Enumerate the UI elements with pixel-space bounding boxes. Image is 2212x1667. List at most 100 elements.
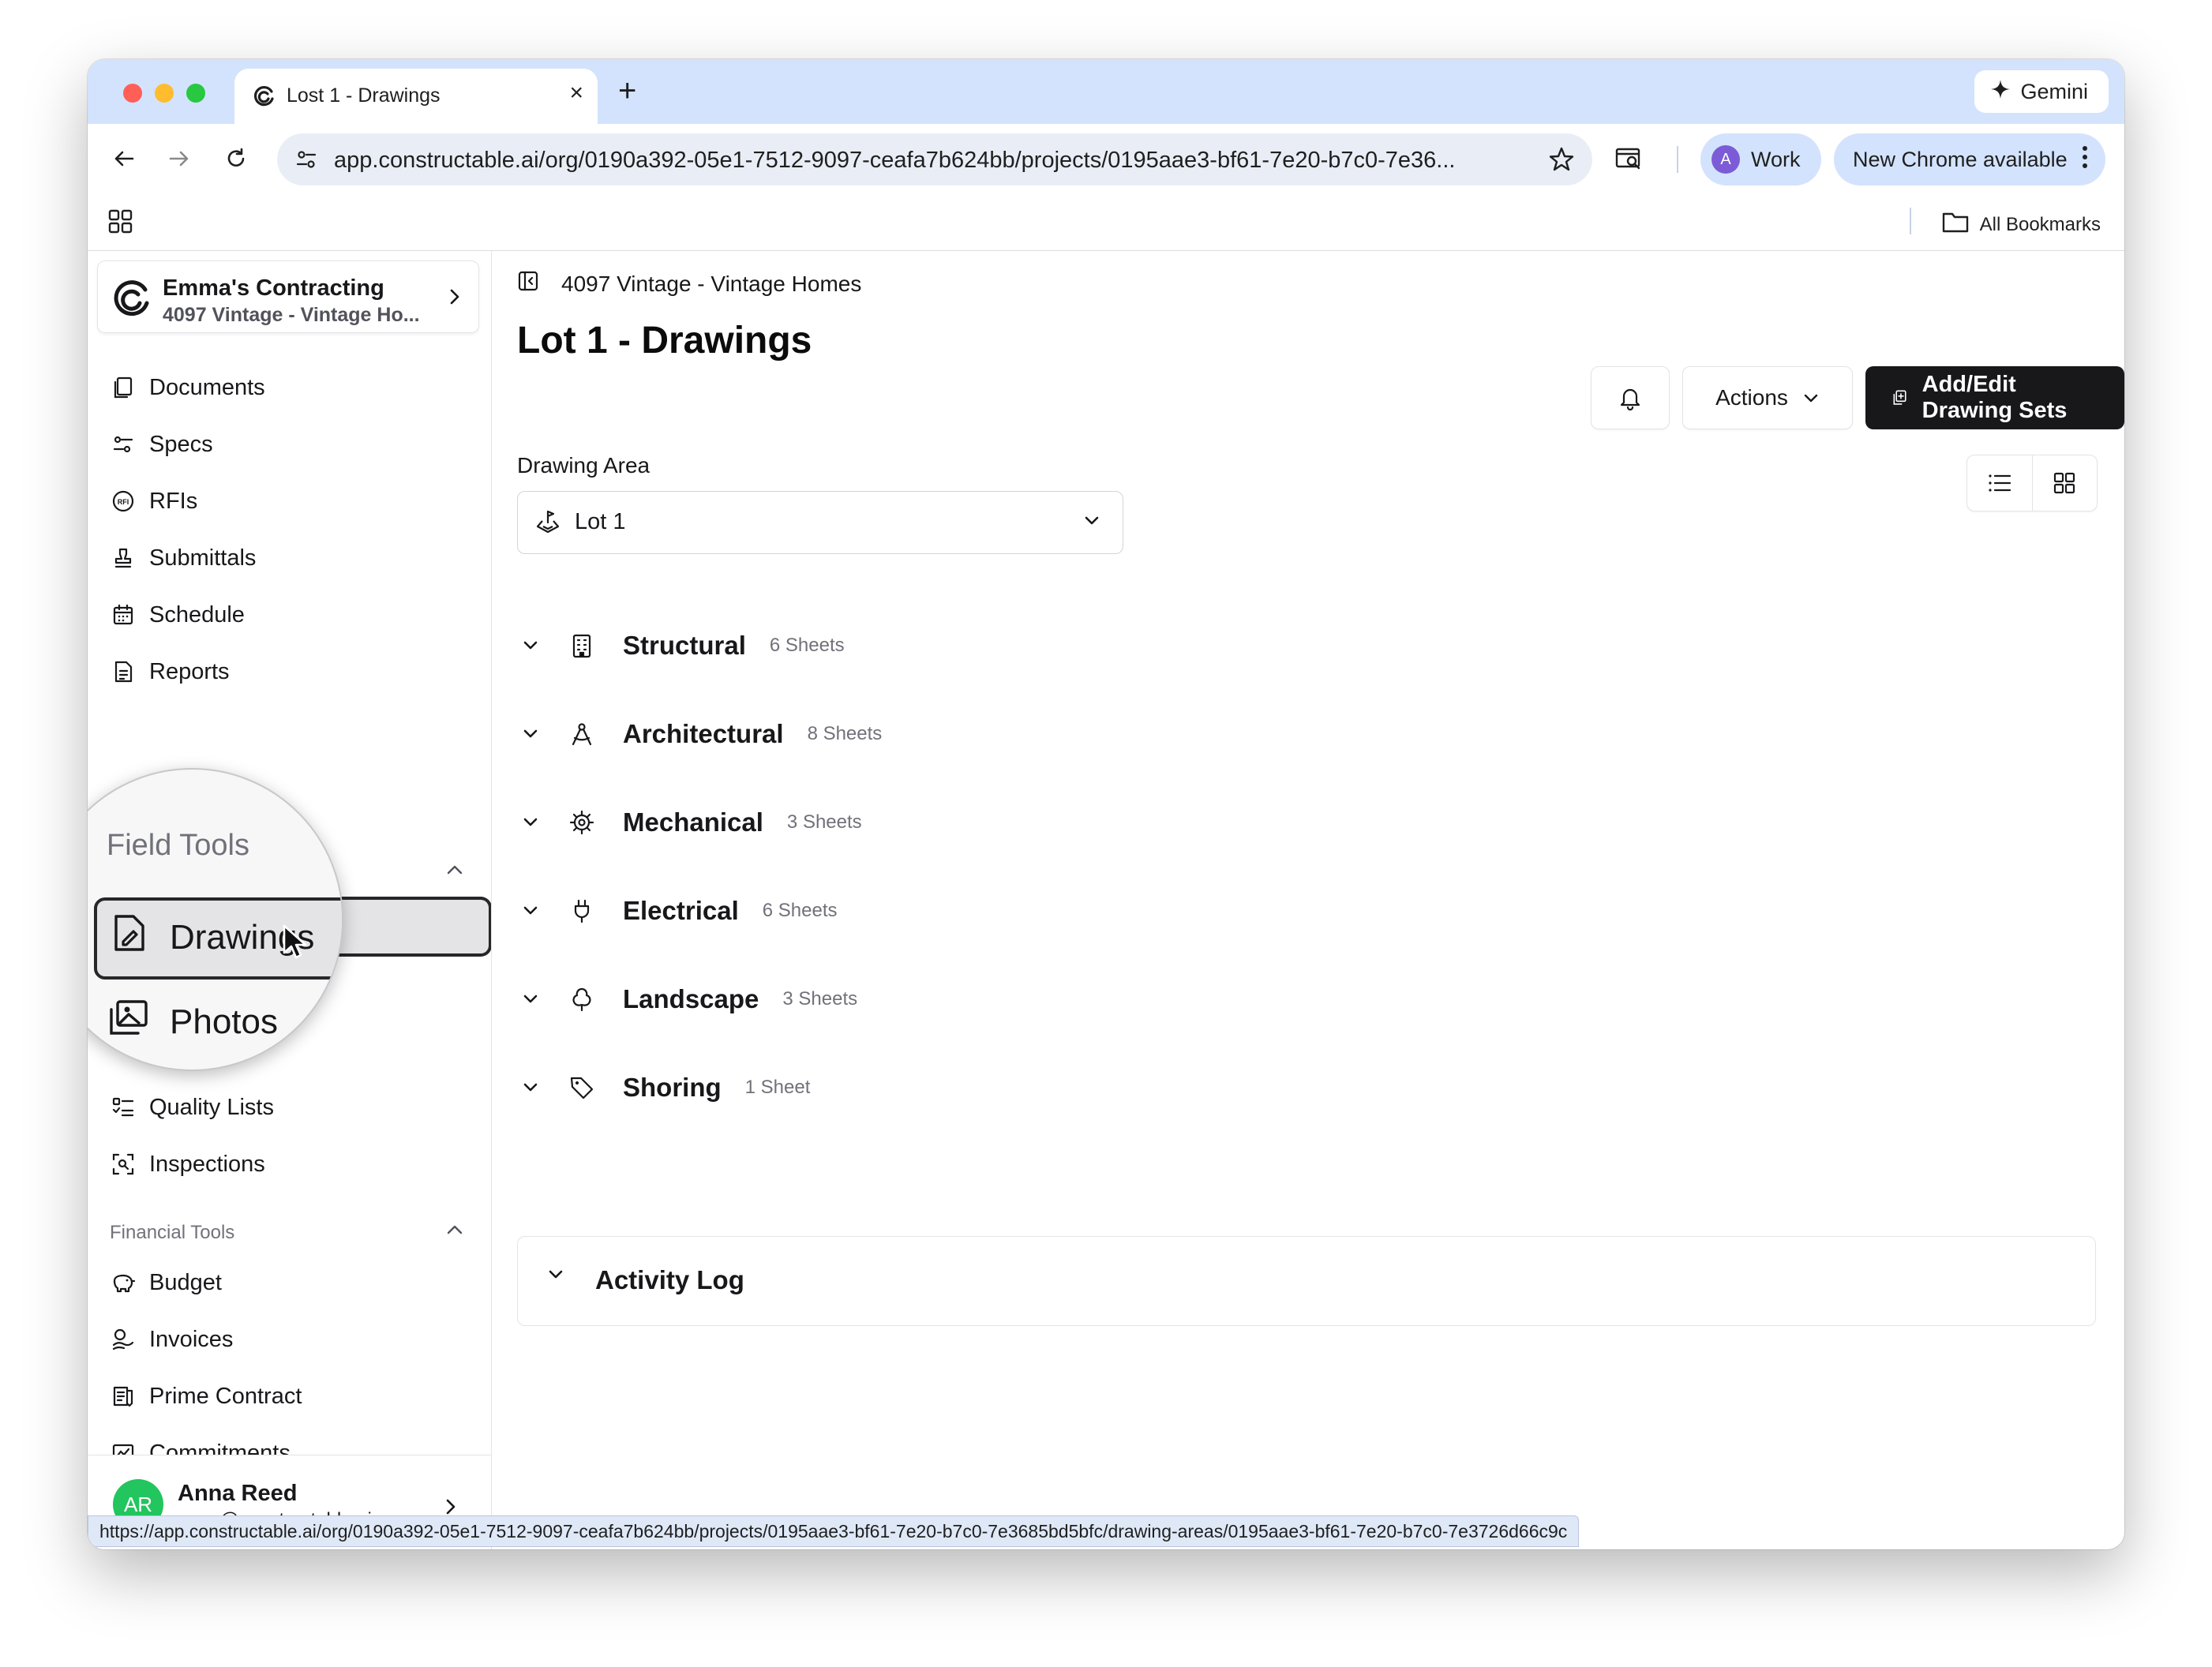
chevron-down-icon[interactable] xyxy=(517,639,544,652)
chevron-down-icon[interactable] xyxy=(517,1081,544,1094)
area-pin-icon xyxy=(535,509,560,538)
sidebar-item-budget[interactable]: Budget xyxy=(110,1263,222,1302)
discipline-row-landscape[interactable]: Landscape 3 Sheets xyxy=(517,976,857,1023)
gemini-button[interactable]: Gemini xyxy=(1974,70,2109,113)
sidebar-item-documents[interactable]: Documents xyxy=(110,368,265,407)
discipline-name: Structural xyxy=(623,631,746,660)
toggle-sidebar-icon[interactable] xyxy=(517,270,539,298)
sidebar-item-reports[interactable]: Reports xyxy=(110,652,230,691)
back-button[interactable] xyxy=(105,140,143,178)
toolbar-divider xyxy=(1677,146,1678,173)
chevron-down-icon[interactable] xyxy=(517,816,544,829)
sidebar-item-quality-lists[interactable]: Quality Lists xyxy=(110,1088,274,1127)
zoom-magnifier: Field Tools Drawings Photos xyxy=(88,768,343,1071)
org-name: Emma's Contracting xyxy=(163,275,384,301)
discipline-count: 6 Sheets xyxy=(769,635,845,656)
close-tab-icon[interactable]: × xyxy=(569,80,583,107)
chevron-up-icon[interactable] xyxy=(443,1222,467,1242)
discipline-name: Landscape xyxy=(623,984,759,1013)
discipline-row-mechanical[interactable]: Mechanical 3 Sheets xyxy=(517,799,862,846)
sidebar-item-label: Submittals xyxy=(149,545,257,571)
sidebar-item-label: Specs xyxy=(149,431,213,457)
sidebar-item-drawings-highlight[interactable] xyxy=(339,897,491,957)
chevron-down-icon[interactable] xyxy=(546,1268,565,1285)
chrome-update-button[interactable]: New Chrome available xyxy=(1834,133,2105,185)
discipline-row-architectural[interactable]: Architectural 8 Sheets xyxy=(517,710,882,758)
grid-icon xyxy=(2054,472,2075,494)
plug-icon xyxy=(568,898,596,923)
site-settings-icon[interactable] xyxy=(294,148,318,175)
page-title: Lot 1 - Drawings xyxy=(517,320,812,361)
sidebar-item-prime-contract[interactable]: Prime Contract xyxy=(110,1377,302,1416)
discipline-row-shoring[interactable]: Shoring 1 Sheet xyxy=(517,1064,810,1111)
drawing-area-select[interactable]: Lot 1 xyxy=(517,491,1123,554)
chevron-down-icon[interactable] xyxy=(517,993,544,1006)
bookmark-star-icon[interactable] xyxy=(1548,146,1575,177)
profile-label: Work xyxy=(1751,147,1801,171)
sidebar-item-photos[interactable]: Photos xyxy=(108,998,278,1045)
sidebar-item-label: Reports xyxy=(149,658,230,684)
discipline-name: Shoring xyxy=(623,1073,722,1102)
list-view-button[interactable] xyxy=(1967,455,2033,511)
grid-view-button[interactable] xyxy=(2033,455,2098,511)
sidebar-item-specs[interactable]: Specs xyxy=(110,425,213,464)
discipline-row-electrical[interactable]: Electrical 6 Sheets xyxy=(517,887,838,935)
org-switcher[interactable]: Emma's Contracting 4097 Vintage - Vintag… xyxy=(97,260,479,333)
minimize-window-button[interactable] xyxy=(155,84,174,103)
kebab-menu-icon[interactable] xyxy=(2082,145,2088,174)
folder-icon xyxy=(1942,211,1969,238)
chevron-up-icon[interactable] xyxy=(443,862,467,882)
discipline-row-structural[interactable]: Structural 6 Sheets xyxy=(517,622,845,669)
discipline-count: 6 Sheets xyxy=(762,900,838,921)
all-bookmarks-label: All Bookmarks xyxy=(1979,213,2101,235)
actions-button[interactable]: Actions xyxy=(1682,366,1853,429)
discipline-name: Architectural xyxy=(623,719,784,748)
new-tab-button[interactable]: + xyxy=(618,75,636,107)
sidebar-item-submittals[interactable]: Submittals xyxy=(110,538,256,578)
notifications-button[interactable] xyxy=(1591,366,1670,429)
tab-search-button[interactable] xyxy=(1610,140,1648,178)
app-body: Emma's Contracting 4097 Vintage - Vintag… xyxy=(88,251,2124,1549)
sidebar-item-label: Prime Contract xyxy=(149,1383,302,1409)
sidebar-item-label: RFIs xyxy=(149,488,198,514)
tree-icon xyxy=(568,987,596,1012)
building-icon xyxy=(568,633,596,658)
forward-button[interactable] xyxy=(160,140,198,178)
chevron-down-icon[interactable] xyxy=(517,905,544,917)
browser-tab[interactable]: Lost 1 - Drawings × xyxy=(234,69,598,124)
discipline-count: 1 Sheet xyxy=(744,1077,811,1098)
drawing-area-label: Drawing Area xyxy=(517,453,650,478)
field-tools-heading: Field Tools xyxy=(107,829,249,862)
apps-grid-icon[interactable] xyxy=(108,209,133,238)
main-content: 4097 Vintage - Vintage Homes Lot 1 - Dra… xyxy=(492,251,2124,1549)
specs-icon xyxy=(110,431,137,458)
sidebar-item-inspections[interactable]: Inspections xyxy=(110,1144,265,1184)
drawing-area-value: Lot 1 xyxy=(575,509,626,534)
chevron-down-icon[interactable] xyxy=(517,728,544,740)
reload-button[interactable] xyxy=(217,140,255,178)
gemini-label: Gemini xyxy=(2020,79,2088,103)
stamp-icon xyxy=(110,545,137,571)
sparkle-icon xyxy=(1990,79,2011,105)
maximize-window-button[interactable] xyxy=(186,84,205,103)
tab-title: Lost 1 - Drawings xyxy=(287,84,441,107)
all-bookmarks-button[interactable]: All Bookmarks xyxy=(1942,211,2101,238)
breadcrumb: 4097 Vintage - Vintage Homes xyxy=(517,270,861,298)
sidebar-item-rfis[interactable]: RFI RFIs xyxy=(110,481,197,521)
breadcrumb-project[interactable]: 4097 Vintage - Vintage Homes xyxy=(561,272,861,297)
reload-icon xyxy=(227,148,245,167)
close-window-button[interactable] xyxy=(123,84,142,103)
sidebar-item-schedule[interactable]: Schedule xyxy=(110,595,245,635)
activity-log-panel[interactable]: Activity Log xyxy=(517,1236,2096,1326)
tag-icon xyxy=(568,1075,596,1100)
mouse-cursor-icon xyxy=(282,924,309,965)
constructable-logo-icon xyxy=(111,279,152,324)
browser-window: Lost 1 - Drawings × + Gemini app.constru… xyxy=(88,59,2124,1549)
add-edit-drawing-sets-button[interactable]: Add/Edit Drawing Sets xyxy=(1865,366,2124,429)
sidebar-item-invoices[interactable]: Invoices xyxy=(110,1320,233,1359)
address-bar[interactable]: app.constructable.ai/org/0190a392-05e1-7… xyxy=(277,133,1592,185)
chevron-right-icon xyxy=(445,285,464,313)
rfi-icon: RFI xyxy=(110,488,137,515)
documents-icon xyxy=(110,374,137,401)
profile-chip[interactable]: A Work xyxy=(1700,133,1821,185)
